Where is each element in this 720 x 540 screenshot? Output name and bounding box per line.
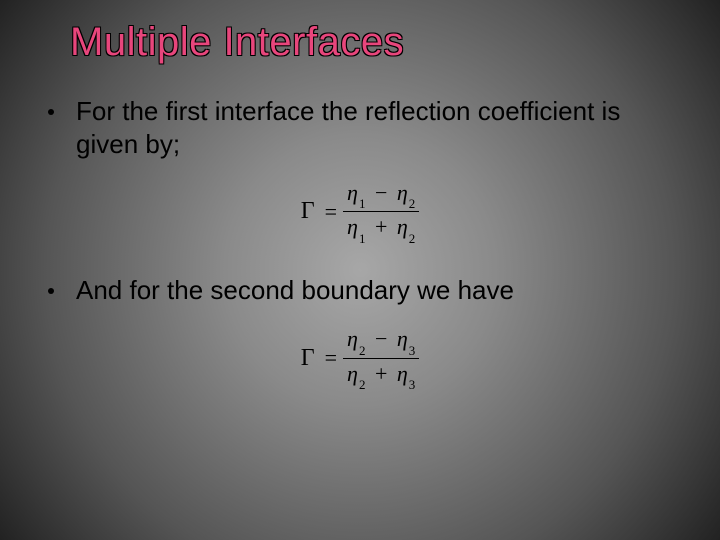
formula-1-equals: =: [325, 199, 337, 225]
f2-num-b-sub: 3: [409, 343, 416, 358]
formula-2-denominator: η2 + η3: [343, 361, 419, 390]
slide: Multiple Interfaces For the first interf…: [0, 0, 720, 540]
formula-1-denominator: η1 + η2: [343, 214, 419, 243]
formula-2-numerator: η2 − η3: [343, 326, 419, 355]
f1-den-a-sub: 1: [359, 231, 366, 246]
bullet-text-1: For the first interface the reflection c…: [76, 95, 680, 160]
bullet-item-2: And for the second boundary we have: [40, 274, 680, 307]
f1-den-b-sub: 2: [409, 231, 416, 246]
fraction-line-icon: [343, 358, 419, 359]
formula-1-numerator: η1 − η2: [343, 180, 419, 209]
formula-1-wrap: Γ = η1 − η2 η1 + η2: [40, 180, 680, 244]
f2-num-a-sub: 2: [359, 343, 366, 358]
f1-num-a: η: [347, 180, 358, 205]
f2-den-b: η: [397, 361, 408, 386]
bullet-dot-icon: [48, 109, 54, 115]
f2-num-a: η: [347, 326, 358, 351]
fraction-line-icon: [343, 211, 419, 212]
formula-1: Γ = η1 − η2 η1 + η2: [301, 180, 420, 244]
f1-num-op: −: [375, 180, 387, 205]
formula-1-lhs: Γ: [301, 198, 315, 225]
f1-den-b: η: [397, 214, 408, 239]
f2-den-a-sub: 2: [359, 377, 366, 392]
f2-num-b: η: [397, 326, 408, 351]
f1-den-op: +: [375, 214, 387, 239]
f2-num-op: −: [375, 326, 387, 351]
f2-den-op: +: [375, 361, 387, 386]
f1-num-b: η: [397, 180, 408, 205]
formula-2-equals: =: [325, 345, 337, 371]
f2-den-b-sub: 3: [409, 377, 416, 392]
bullet-item-1: For the first interface the reflection c…: [40, 95, 680, 160]
formula-1-fraction: η1 − η2 η1 + η2: [343, 180, 419, 244]
formula-2-fraction: η2 − η3 η2 + η3: [343, 326, 419, 390]
slide-title: Multiple Interfaces: [70, 20, 680, 65]
formula-2: Γ = η2 − η3 η2 + η3: [301, 326, 420, 390]
f1-num-a-sub: 1: [359, 196, 366, 211]
formula-2-wrap: Γ = η2 − η3 η2 + η3: [40, 326, 680, 390]
formula-2-lhs: Γ: [301, 345, 315, 372]
f1-den-a: η: [347, 214, 358, 239]
bullet-dot-icon: [48, 288, 54, 294]
bullet-text-2: And for the second boundary we have: [76, 274, 514, 307]
f2-den-a: η: [347, 361, 358, 386]
f1-num-b-sub: 2: [409, 196, 416, 211]
